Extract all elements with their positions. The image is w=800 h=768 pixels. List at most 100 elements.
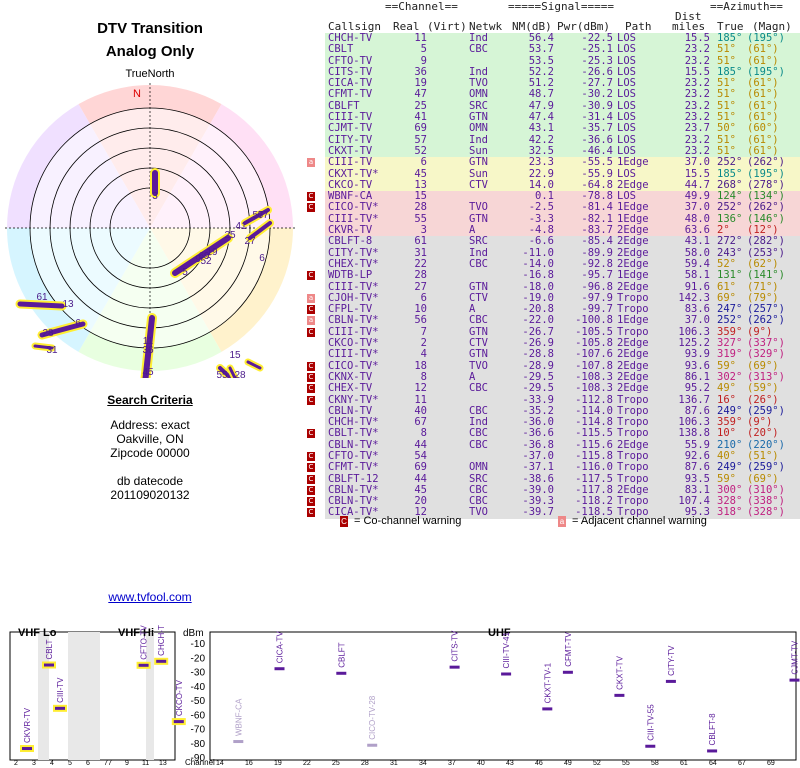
polar-plot: N357674125276196959 521136451555 286113628… [5, 83, 295, 378]
signal-marker [665, 679, 676, 683]
channel-tick: 69 [767, 760, 775, 767]
azimuth-magn-cell: (59°) [747, 382, 779, 395]
channel-tick: 16 [245, 760, 253, 767]
signal-marker-label: CKXT-TV-1 [543, 662, 552, 703]
callsign-cell: CJMT-TV [328, 122, 373, 135]
azimuth-true-cell: 249° [717, 461, 743, 474]
nm-cell: -28.8 [522, 348, 554, 361]
signal-marker-label: CIII-TV [56, 677, 65, 703]
co-channel-icon: C [307, 384, 315, 394]
network-cell: CTV [469, 178, 488, 191]
path-cell: Tropo [617, 427, 649, 440]
signal-marker [501, 672, 512, 676]
signal-marker [173, 720, 184, 724]
co-channel-legend: C = Co-channel warning [340, 515, 461, 527]
channel-tick: 19 [274, 760, 282, 767]
channel-tick: 34 [419, 760, 427, 767]
callsign-cell: WDTB-LP [328, 269, 373, 282]
signal-marker [44, 663, 54, 667]
path-header: Path [625, 20, 652, 33]
callsign-cell: CBLT [328, 43, 354, 56]
signal-marker-label: CHCH-TV [157, 625, 166, 656]
criteria-date: 201109020132 [110, 488, 190, 502]
azimuth-true-cell: 272° [717, 235, 743, 248]
channel-tick: 25 [332, 760, 340, 767]
channel-tick: 3 [32, 760, 36, 767]
azimuth-magn-cell: (60°) [747, 122, 779, 135]
channel-tick: 7 [108, 760, 112, 767]
nm-cell: -16.8 [522, 269, 554, 282]
network-cell: CBC [469, 257, 488, 270]
azimuth-magn-cell: (262°) [747, 156, 785, 169]
path-cell: Tropo [617, 461, 649, 474]
channel-tick: 14 [216, 760, 224, 767]
channel-tick: 28 [361, 760, 369, 767]
network-cell: CBC [469, 43, 488, 56]
tvfool-link[interactable]: www.tvfool.com [0, 590, 300, 604]
nm-cell: 23.3 [528, 156, 554, 169]
signal-marker-label: CICA-TV [276, 631, 285, 664]
station-row[interactable]: C CHEX-TV 12 CBC -29.5 -108.3 2Edge 95.2 49° (59°… [307, 382, 800, 395]
station-polar-label: 61 [36, 292, 48, 303]
station-row[interactable]: a CIII-TV 6 GTN 23.3 -55.5 1Edge 37.0 252° (262°) [307, 156, 800, 169]
spectrum-chart: VHF Lo VHF Hi UHFdBm-10-20-30-40-50-60-70-… [9, 625, 800, 767]
azimuth-true-cell: 131° [717, 269, 743, 282]
station-row[interactable]: CBLFT-8 61 SRC -6.6 -85.4 2Edge 43.1 272° (282°) [307, 235, 800, 248]
station-polar-label: 5 [182, 267, 188, 278]
signal-marker [449, 665, 460, 669]
power-cell: -108.3 [575, 382, 613, 395]
power-cell: -35.7 [581, 122, 613, 135]
station-polar-label: 25 [224, 230, 236, 241]
signal-marker [707, 749, 718, 753]
real-channel-cell: 12 [414, 382, 427, 395]
power-cell: -25.1 [581, 43, 613, 56]
co-channel-icon: C [307, 395, 315, 405]
signal-marker [336, 671, 347, 675]
distance-cell: 58.1 [684, 269, 710, 282]
network-cell: CBC [469, 427, 488, 440]
station-row[interactable]: C CFMT-TV* 69 OMN -37.1 -116.0 Tropo 87.6 249° (2… [307, 461, 800, 474]
station-row[interactable]: C CBLT-TV* 8 CBC -36.6 -115.5 Tropo 138.8 10° (20… [307, 427, 800, 440]
station-row[interactable]: CIII-TV* 4 GTN -28.8 -107.6 2Edge 93.9 319° (329… [307, 348, 800, 361]
real-channel-cell: 69 [414, 122, 427, 135]
channel-tick: 2 [14, 760, 18, 767]
real-channel-cell: 5 [420, 43, 427, 56]
channel-gap [68, 632, 100, 760]
signal-marker-label: CITS-TV [451, 630, 460, 662]
channel-group-header: ==Channel== [385, 0, 458, 13]
station-polar-label: 45 [142, 367, 154, 378]
signal-marker-label: CJMT-TV [791, 640, 800, 674]
adjacent-channel-icon: a [307, 293, 315, 303]
vhf-hi-label: VHF Hi [118, 627, 154, 639]
callsign-cell: CIII-TV [328, 156, 373, 169]
nm-cell: -37.1 [522, 461, 554, 474]
path-cell: 2Edge [617, 348, 649, 361]
true-header: True [717, 20, 744, 33]
search-criteria-title: Search Criteria [107, 393, 193, 407]
adjacent-channel-legend: a = Adjacent channel warning [558, 515, 707, 527]
station-row[interactable]: C WDTB-LP 28 -16.8 -95.7 1Edge 58.1 131° (141°) [307, 269, 800, 282]
station-polar-label: 15 [229, 350, 241, 361]
channel-tick: 9 [125, 760, 129, 767]
station-row[interactable]: CBLT 5 CBC 53.7 -25.1 LOS 23.2 51° (61°) [307, 43, 800, 56]
station-polar-label: 6 [75, 318, 81, 329]
magn-header: (Magn) [752, 20, 792, 33]
co-channel-legend-text: = Co-channel warning [354, 515, 462, 527]
station-rows: CHCH-TV 11 Ind 56.4 -22.5 LOS 15.5 185° (195°) CB… [307, 32, 800, 519]
y-tick-label: -30 [191, 668, 206, 679]
network-cell: GTN [469, 156, 488, 169]
station-polar-label: 67 [257, 210, 269, 221]
station-polar-label: 27 [244, 236, 256, 247]
channel-tick: 43 [506, 760, 514, 767]
station-polar-label: 3 [152, 191, 158, 202]
signal-marker-label: CKVR-TV [23, 707, 32, 743]
path-cell: 1Edge [617, 156, 649, 169]
channel-tick: 22 [303, 760, 311, 767]
channel-tick: 58 [651, 760, 659, 767]
virt-header: (Virt) [427, 20, 467, 33]
station-row[interactable]: CJMT-TV 69 OMN 43.1 -35.7 LOS 23.7 50° (60°) [307, 122, 800, 135]
signal-marker-label: CITY-TV [667, 645, 676, 676]
signal-marker [233, 740, 244, 744]
nm-cell: 43.1 [528, 122, 554, 135]
nm-cell: -39.7 [522, 506, 554, 519]
